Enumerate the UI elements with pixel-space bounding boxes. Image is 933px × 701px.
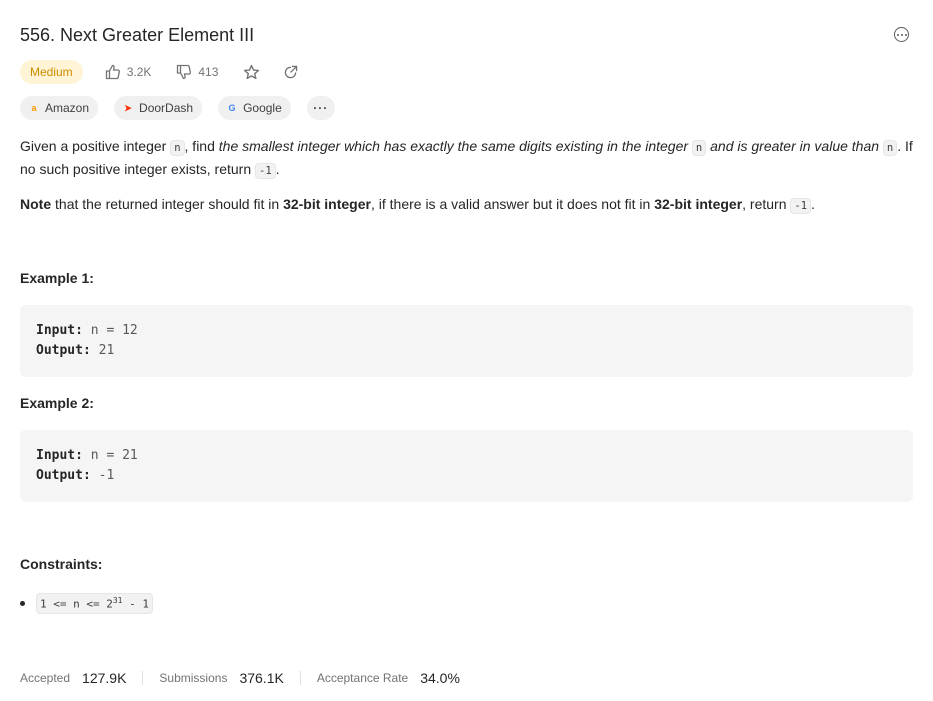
thumbs-up-icon (105, 64, 120, 80)
problem-stats: Accepted 127.9K Submissions 376.1K Accep… (20, 668, 460, 688)
submissions-label: Submissions (159, 671, 228, 685)
input-label: Input: (36, 448, 83, 463)
desc-text: , if there is a valid answer but it does… (370, 196, 655, 212)
like-button[interactable]: 3.2K (105, 64, 152, 80)
star-icon (244, 64, 260, 79)
problem-description: Given a positive integer n, find the sma… (20, 136, 913, 182)
desc-text: , return (742, 196, 791, 212)
share-button[interactable] (283, 65, 298, 80)
accepted-label: Accepted (20, 671, 71, 685)
tag-label: Google (243, 101, 282, 115)
more-options-icon[interactable] (894, 27, 909, 42)
constraint-item: 1 <= n <= 231 - 1 (20, 593, 153, 614)
title-row: 556. Next Greater Element III (20, 22, 913, 48)
output-label: Output: (36, 468, 91, 483)
share-icon (285, 65, 298, 78)
output-value: -1 (98, 468, 115, 483)
thumbs-down-icon (177, 64, 192, 80)
bullet-icon (20, 600, 25, 606)
bold-text: 32-bit integer (283, 196, 371, 212)
submissions-value: 376.1K (239, 670, 284, 686)
bold-text: 32-bit integer (654, 196, 743, 212)
input-value: n = 12 (90, 323, 138, 338)
constraint-text: - 1 (122, 597, 149, 611)
desc-text: , find (184, 138, 219, 154)
input-value: n = 21 (90, 448, 138, 463)
output-label: Output: (36, 343, 91, 358)
desc-text: Given a positive integer (20, 138, 171, 154)
inline-code: -1 (790, 198, 812, 214)
desc-emphasis: and is greater in value than (706, 138, 883, 154)
doordash-logo-icon: ➤ (124, 102, 132, 113)
tag-amazon[interactable]: a Amazon (20, 96, 99, 120)
constraint-code: 1 <= n <= 231 - 1 (36, 593, 153, 614)
problem-meta: Medium 3.2K 413 (20, 59, 298, 85)
favorite-button[interactable] (243, 64, 260, 81)
tag-label: Amazon (45, 101, 90, 115)
company-tags: a Amazon ➤ DoorDash G Google ··· (20, 96, 351, 120)
problem-title: 556. Next Greater Element III (20, 25, 255, 45)
more-tags-button[interactable]: ··· (306, 96, 335, 120)
example-1-heading: Example 1: (20, 270, 94, 286)
likes-count: 3.2K (126, 65, 152, 79)
difficulty-badge: Medium (20, 60, 83, 84)
acceptance-rate-label: Acceptance Rate (316, 671, 409, 685)
constraint-text: 1 <= n <= 2 (40, 597, 113, 611)
desc-text: that the returned integer should fit in (51, 196, 284, 212)
note-paragraph: Note that the returned integer should fi… (20, 194, 815, 217)
dislike-button[interactable]: 413 (176, 64, 218, 80)
inline-code: n (691, 140, 707, 156)
amazon-logo-icon: a (31, 103, 37, 113)
example-2-heading: Example 2: (20, 395, 94, 411)
inline-code: n (170, 140, 185, 156)
divider (299, 671, 301, 685)
accepted-value: 127.9K (82, 670, 127, 686)
constraint-exponent: 31 (112, 596, 123, 605)
example-1-block: Input: n = 12 Output: 21 (20, 305, 913, 377)
tag-label: DoorDash (139, 101, 194, 115)
desc-emphasis: the smallest integer which has exactly t… (218, 138, 692, 154)
acceptance-rate-value: 34.0% (420, 670, 460, 686)
example-2-block: Input: n = 21 Output: -1 (20, 430, 913, 502)
output-value: 21 (98, 343, 115, 358)
google-logo-icon: G (228, 103, 236, 113)
tag-doordash[interactable]: ➤ DoorDash (114, 96, 203, 120)
inline-code: n (882, 140, 898, 156)
constraints-heading: Constraints: (20, 556, 103, 572)
inline-code: -1 (255, 163, 276, 179)
note-bold: Note (20, 196, 52, 212)
dislikes-count: 413 (198, 65, 219, 79)
desc-text: . (275, 161, 280, 177)
input-label: Input: (36, 323, 83, 338)
more-icon: ··· (313, 101, 329, 115)
desc-text: . (811, 196, 815, 212)
divider (142, 671, 144, 685)
tag-google[interactable]: G Google (218, 96, 291, 120)
